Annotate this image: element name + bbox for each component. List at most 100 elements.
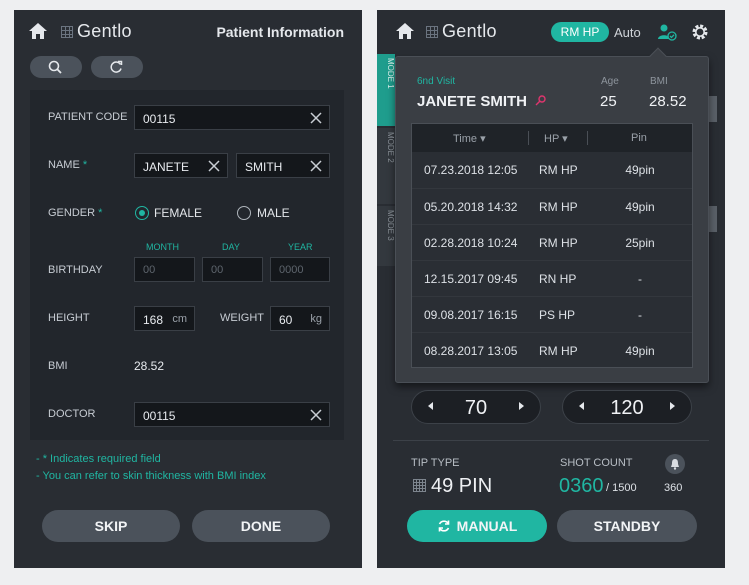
clear-icon[interactable] xyxy=(309,408,323,422)
patient-form: PATIENT CODE 00115 NAME * JANETE SMITH G… xyxy=(30,90,344,440)
weight-label: WEIGHT xyxy=(220,312,264,324)
age-label: Age xyxy=(601,76,619,87)
right-stepper: 120 xyxy=(562,390,692,424)
height-field[interactable]: 168 cm xyxy=(134,306,195,331)
gender-male-radio[interactable] xyxy=(237,206,251,220)
age-value: 25 xyxy=(600,93,617,110)
tip-type-value: 49 PIN xyxy=(431,475,493,497)
gender-label: GENDER * xyxy=(48,207,102,219)
manual-button[interactable]: MANUAL xyxy=(407,510,547,542)
tip-grid-icon xyxy=(413,479,426,492)
patient-check-icon[interactable] xyxy=(657,23,677,41)
home-icon[interactable] xyxy=(395,22,415,40)
birthday-month-field[interactable]: 00 xyxy=(134,257,195,282)
birthday-day-field[interactable]: 00 xyxy=(202,257,263,282)
refresh-button[interactable] xyxy=(91,56,143,78)
bmi-label: BMI xyxy=(650,76,668,87)
table-row[interactable]: 07.23.2018 12:05 RM HP 49pin xyxy=(412,152,692,188)
bell-icon xyxy=(671,459,679,470)
doctor-field[interactable]: 00115 xyxy=(134,402,330,427)
gear-icon[interactable] xyxy=(691,23,709,41)
shot-count-current: 0360 xyxy=(559,475,604,497)
patient-name-text: JANETE SMITH xyxy=(417,93,528,110)
patient-information-panel: Gentlo Patient Information PATIENT CODE … xyxy=(14,10,362,568)
clear-icon[interactable] xyxy=(309,111,323,125)
table-row[interactable]: 02.28.2018 10:24 RM HP 25pin xyxy=(412,224,692,260)
height-value: 168 xyxy=(143,313,164,327)
logo: Gentlo xyxy=(442,21,497,41)
search-icon xyxy=(48,60,62,74)
header: Gentlo RM HP Auto xyxy=(377,10,725,54)
month-column-label: MONTH xyxy=(146,242,179,252)
increase-arrow[interactable] xyxy=(670,402,675,410)
mode-tab-3[interactable]: MODE 3 xyxy=(377,206,395,266)
birthday-label: BIRTHDAY xyxy=(48,264,103,276)
weight-field[interactable]: 60 kg xyxy=(270,306,330,331)
increase-arrow[interactable] xyxy=(519,402,524,410)
header: Gentlo Patient Information xyxy=(14,10,362,54)
treatment-panel: Gentlo RM HP Auto MODE 1 MODE 2 MODE 3 6… xyxy=(377,10,725,568)
birthday-year-field[interactable]: 0000 xyxy=(270,257,330,282)
home-icon[interactable] xyxy=(28,22,48,40)
pin-cell: 49pin xyxy=(625,344,655,358)
hp-mode-badge[interactable]: RM HP xyxy=(551,22,609,42)
search-button[interactable] xyxy=(30,56,82,78)
name-label-text: NAME xyxy=(48,159,80,171)
hp-cell: RN HP xyxy=(539,272,577,286)
bell-button[interactable] xyxy=(665,454,685,474)
gender-female-label[interactable]: FEMALE xyxy=(154,206,202,220)
weight-value: 60 xyxy=(279,313,293,327)
done-button[interactable]: DONE xyxy=(192,510,330,542)
time-cell: 02.28.2018 10:24 xyxy=(424,236,518,250)
birthday-day-placeholder: 00 xyxy=(211,264,224,276)
auto-mode-label[interactable]: Auto xyxy=(614,25,641,40)
cycle-icon xyxy=(438,520,449,532)
mode-tab-1[interactable]: MODE 1 xyxy=(377,54,395,126)
logo-grid-icon xyxy=(61,26,73,38)
gender-female-radio[interactable] xyxy=(135,206,149,220)
background-slider xyxy=(709,96,717,122)
height-label: HEIGHT xyxy=(48,312,90,324)
bmi-note: - You can refer to skin thickness with B… xyxy=(36,470,266,482)
doctor-label: DOCTOR xyxy=(48,408,96,420)
last-name-field[interactable]: SMITH xyxy=(236,153,330,178)
doctor-value: 00115 xyxy=(143,409,176,423)
manual-label: MANUAL xyxy=(456,518,518,534)
tip-type-label: TIP TYPE xyxy=(411,457,460,469)
gender-label-text: GENDER xyxy=(48,207,96,219)
table-row[interactable]: 09.08.2017 16:15 PS HP - xyxy=(412,296,692,332)
time-column-header[interactable]: Time ▾ xyxy=(453,132,486,145)
shot-count-label: SHOT COUNT xyxy=(560,457,633,469)
clear-icon[interactable] xyxy=(309,159,323,173)
year-column-label: YEAR xyxy=(288,242,313,252)
standby-button[interactable]: STANDBY xyxy=(557,510,697,542)
bmi-value: 28.52 xyxy=(134,359,165,373)
patient-code-field[interactable]: 00115 xyxy=(134,105,330,130)
time-cell: 07.23.2018 12:05 xyxy=(424,163,518,177)
gender-male-label[interactable]: MALE xyxy=(257,206,290,220)
required-mark: * xyxy=(82,159,88,171)
time-header-text: Time xyxy=(453,133,478,145)
name-label: NAME * xyxy=(48,159,87,171)
hp-column-header[interactable]: HP ▾ xyxy=(544,132,568,145)
height-unit: cm xyxy=(172,313,187,325)
patient-code-label: PATIENT CODE xyxy=(48,111,128,123)
logo-grid-icon xyxy=(426,26,438,38)
hp-cell: RM HP xyxy=(539,344,578,358)
weight-unit: kg xyxy=(310,313,322,325)
skip-button[interactable]: SKIP xyxy=(42,510,180,542)
key-icon xyxy=(535,95,546,106)
table-row[interactable]: 12.15.2017 09:45 RN HP - xyxy=(412,260,692,296)
mode-tab-2[interactable]: MODE 2 xyxy=(377,128,395,204)
pin-cell: 49pin xyxy=(625,200,655,214)
patient-code-value: 00115 xyxy=(143,112,176,126)
clear-icon[interactable] xyxy=(207,159,221,173)
shot-count-total: / 1500 xyxy=(606,482,637,494)
pin-column-header: Pin xyxy=(631,132,647,144)
background-slider xyxy=(709,206,717,232)
hp-cell: RM HP xyxy=(539,163,578,177)
bmi-label: BMI xyxy=(48,360,68,372)
table-row[interactable]: 05.20.2018 14:32 RM HP 49pin xyxy=(412,188,692,224)
table-row[interactable]: 08.28.2017 13:05 RM HP 49pin xyxy=(412,332,692,368)
first-name-field[interactable]: JANETE xyxy=(134,153,228,178)
